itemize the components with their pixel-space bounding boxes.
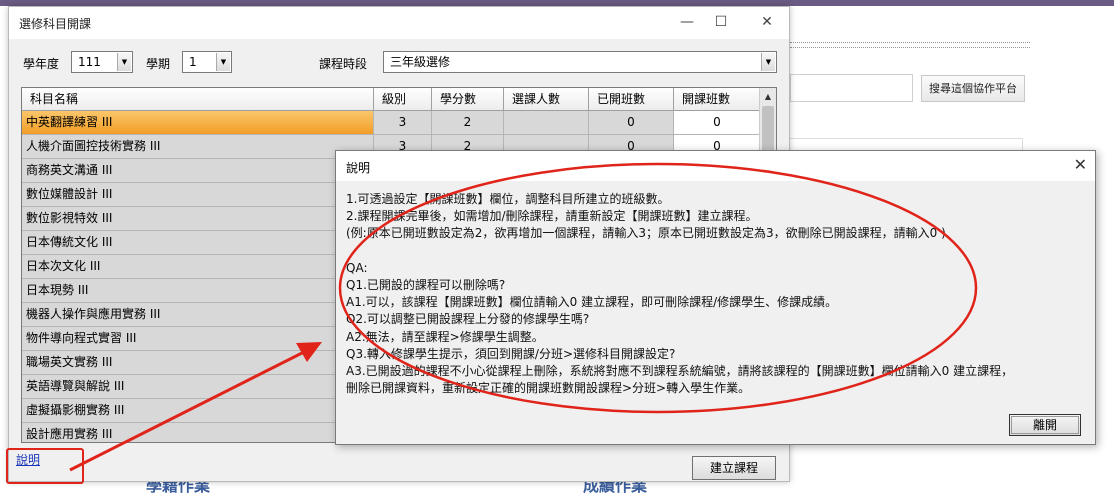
year-value: 111 xyxy=(78,55,101,69)
exit-button[interactable]: 離開 xyxy=(1009,414,1081,436)
help-line: 刪除已開課資料，重新設定正確的開課班數開設課程>分班>轉入學生作業。 xyxy=(346,381,751,396)
help-line: Q2.可以調整已開設課程上分發的修課學生嗎? xyxy=(346,312,590,327)
help-line: A3.已開設過的課程不小心從課程上刪除，系統將對應不到課程系統編號，請將該課程的… xyxy=(346,364,1014,378)
col-subject-name[interactable]: 科目名稱 xyxy=(22,88,374,111)
help-title: 說明 xyxy=(346,161,371,175)
cell-name: 機器人操作與應用實務 III xyxy=(22,303,374,327)
site-search-input[interactable] xyxy=(790,74,913,102)
cell-opened: 0 xyxy=(589,111,674,135)
help-line: (例:原本已開班數設定為2，欲再增加一個課程，請輸入3；原本已開班數設定為3，欲… xyxy=(346,226,946,241)
cell-name: 數位媒體設計 III xyxy=(22,183,374,207)
cell-name: 設計應用實務 III xyxy=(22,423,374,442)
col-enrolled[interactable]: 選課人數 xyxy=(504,88,589,111)
cell-name: 日本次文化 III xyxy=(22,255,374,279)
period-label: 課程時段 xyxy=(319,57,368,71)
col-open-count[interactable]: 開課班數 xyxy=(674,88,761,111)
cell-credits: 2 xyxy=(432,111,504,135)
col-level[interactable]: 級別 xyxy=(374,88,432,111)
divider xyxy=(790,42,1030,48)
scroll-up-icon[interactable]: ▲ xyxy=(760,88,776,105)
help-line: 2.課程開課完畢後，如需增加/刪除課程，請重新設定【開課班數】建立課程。 xyxy=(346,209,758,224)
help-line: Q3.轉入修課學生提示，須回到開課/分班>選修科目開課設定? xyxy=(346,346,676,361)
maximize-icon[interactable]: ☐ xyxy=(709,11,733,33)
help-titlebar: 說明 ✕ xyxy=(336,151,1095,181)
help-line: Q1.已開設的課程可以刪除嗎? xyxy=(346,278,506,292)
col-opened[interactable]: 已開班數 xyxy=(589,88,674,111)
site-search-button[interactable]: 搜尋這個協作平台 xyxy=(921,75,1025,102)
cell-name: 虛擬攝影棚實務 III xyxy=(22,399,374,423)
term-value: 1 xyxy=(189,55,197,69)
cell-name: 日本現勢 III xyxy=(22,279,374,303)
cell-name: 物件導向程式實習 III xyxy=(22,327,374,351)
window-title: 選修科目開課 xyxy=(19,17,92,31)
minimize-icon[interactable]: — xyxy=(675,11,699,33)
year-select[interactable]: 111 ▼ xyxy=(71,51,133,73)
table-row[interactable]: 中英翻譯練習 III 3 2 0 0 xyxy=(22,111,761,135)
help-line: A2.無法，請至課程>修課學生調整。 xyxy=(346,329,544,344)
cell-name: 英語導覽與解說 III xyxy=(22,375,374,399)
cell-level: 3 xyxy=(374,111,432,135)
grid-header: 科目名稱 級別 學分數 選課人數 已開班數 開課班數 xyxy=(22,88,761,111)
close-icon[interactable]: ✕ xyxy=(1074,155,1087,174)
help-dialog: 說明 ✕ 1.可透過設定【開課班數】欄位，調整科目所建立的班級數。 2.課程開課完… xyxy=(335,150,1096,445)
period-value: 三年級選修 xyxy=(390,55,451,69)
close-icon[interactable]: ✕ xyxy=(755,11,779,33)
cell-enrolled xyxy=(504,111,589,135)
col-credits[interactable]: 學分數 xyxy=(432,88,504,111)
help-line: 1.可透過設定【開課班數】欄位，調整科目所建立的班級數。 xyxy=(346,192,670,206)
create-course-button[interactable]: 建立課程 xyxy=(692,456,776,480)
cell-name: 商務英文溝通 III xyxy=(22,159,374,183)
help-line: A1.可以，該課程【開課班數】欄位請輸入0 建立課程，即可刪除課程/修課學生、修… xyxy=(346,295,838,310)
period-select[interactable]: 三年級選修 ▼ xyxy=(383,51,777,73)
chevron-down-icon[interactable]: ▼ xyxy=(117,53,131,71)
term-select[interactable]: 1 ▼ xyxy=(182,51,232,73)
chevron-down-icon[interactable]: ▼ xyxy=(216,53,230,71)
cell-name: 中英翻譯練習 III xyxy=(22,111,374,135)
cell-open-count[interactable]: 0 xyxy=(674,111,761,135)
annotation-highlight-box xyxy=(6,448,84,484)
cell-name: 數位影視特效 III xyxy=(22,207,374,231)
year-label: 學年度 xyxy=(23,57,60,71)
chevron-down-icon[interactable]: ▼ xyxy=(761,53,775,71)
cell-name: 職場英文實務 III xyxy=(22,351,374,375)
cell-name: 日本傳統文化 III xyxy=(22,231,374,255)
cell-name: 人機介面圖控技術實務 III xyxy=(22,135,374,159)
term-label: 學期 xyxy=(146,57,171,71)
help-line: QA: xyxy=(346,260,368,275)
